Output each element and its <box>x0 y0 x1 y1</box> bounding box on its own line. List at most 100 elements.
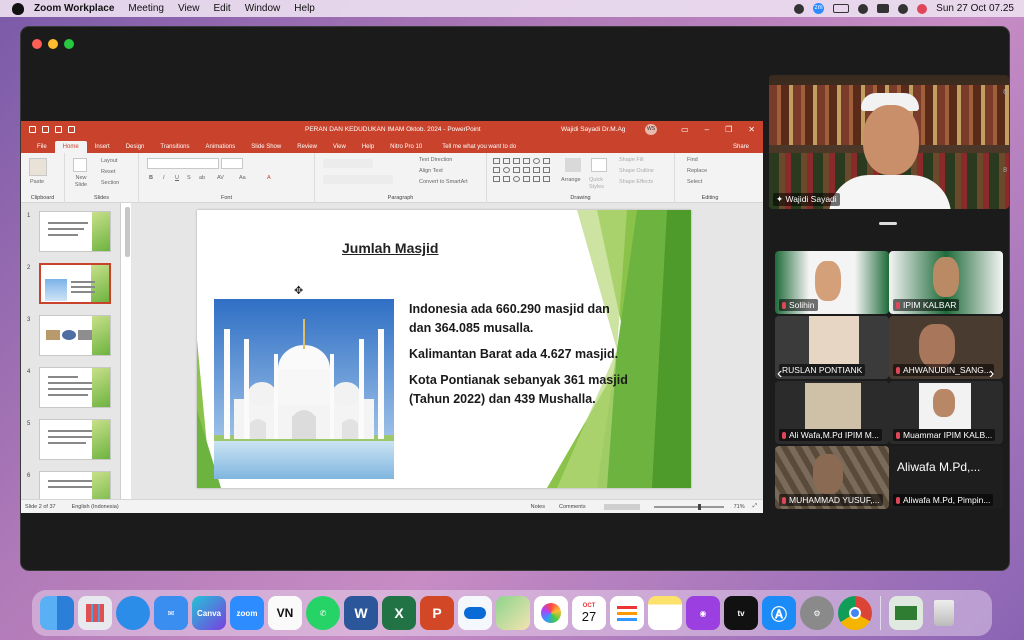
minimize-icon[interactable]: – <box>705 125 709 134</box>
tv-dock-icon[interactable]: tv <box>724 596 758 630</box>
mail-dock-icon[interactable]: ✉ <box>154 596 188 630</box>
align-text-button[interactable]: Align Text <box>419 168 443 174</box>
tab-help[interactable]: Help <box>354 141 382 153</box>
list-buttons[interactable] <box>323 159 373 168</box>
finder-dock-icon[interactable] <box>40 596 74 630</box>
minimize-window-button[interactable] <box>48 39 58 49</box>
screen-record-icon[interactable] <box>917 3 928 14</box>
slide-thumbnail-3[interactable] <box>39 315 111 356</box>
safari-dock-icon[interactable] <box>116 596 150 630</box>
participant-tile-ahwanudin[interactable]: AHWANUDIN_SANG... <box>889 316 1003 379</box>
arrange-icon[interactable] <box>565 158 581 172</box>
tab-view[interactable]: View <box>325 141 354 153</box>
control-center-icon[interactable] <box>877 4 890 13</box>
user-avatar[interactable]: WS <box>645 124 657 135</box>
new-slide-button[interactable]: New Slide <box>71 175 91 189</box>
quick-styles-icon[interactable] <box>591 158 607 172</box>
whatsapp-dock-icon[interactable]: ✆ <box>306 596 340 630</box>
menu-window[interactable]: Window <box>245 3 281 14</box>
paste-button[interactable]: Paste <box>30 179 44 185</box>
bold-button[interactable]: B <box>149 175 153 181</box>
share-button[interactable]: Share <box>729 141 753 153</box>
strikethrough-button[interactable]: ab <box>199 175 205 181</box>
tab-design[interactable]: Design <box>118 141 153 153</box>
zoom-level[interactable]: 71% <box>734 504 745 510</box>
vn-dock-icon[interactable]: VN <box>268 596 302 630</box>
menu-view[interactable]: View <box>178 3 200 14</box>
tab-review[interactable]: Review <box>289 141 325 153</box>
spacing-button[interactable]: AV <box>217 175 224 181</box>
shape-effects-button[interactable]: Shape Effects <box>619 179 653 185</box>
active-speaker-video[interactable]: ✦ Wajidi Sayadi <box>769 75 1009 209</box>
new-slide-icon[interactable] <box>73 158 87 172</box>
system-settings-dock-icon[interactable]: ⚙ <box>800 596 834 630</box>
participant-tile-solihin[interactable]: Solihin <box>775 251 889 314</box>
apple-icon[interactable] <box>12 2 24 15</box>
undo-icon[interactable] <box>42 126 49 133</box>
tell-me-search[interactable]: Tell me what you want to do <box>438 141 520 153</box>
user-name[interactable]: Wajidi Sayadi Dr.M.Ag <box>561 126 625 133</box>
present-icon[interactable] <box>68 126 75 133</box>
maps-dock-icon[interactable] <box>496 596 530 630</box>
language-status[interactable]: English (Indonesia) <box>72 504 119 510</box>
convert-smartart-button[interactable]: Convert to SmartArt <box>419 179 468 185</box>
battery-icon[interactable] <box>833 4 850 13</box>
app-store-dock-icon[interactable]: Ⓐ <box>762 596 796 630</box>
select-button[interactable]: Select <box>687 179 702 185</box>
excel-dock-icon[interactable]: X <box>382 596 416 630</box>
tab-file[interactable]: File <box>29 141 55 153</box>
redo-icon[interactable] <box>55 126 62 133</box>
save-icon[interactable] <box>29 126 36 133</box>
italic-button[interactable]: I <box>163 175 165 181</box>
menu-meeting[interactable]: Meeting <box>128 3 164 14</box>
close-window-button[interactable] <box>32 39 42 49</box>
underline-button[interactable]: U <box>175 175 179 181</box>
calendar-dock-icon[interactable]: OCT 27 <box>572 596 606 630</box>
canva-dock-icon[interactable]: Canva <box>192 596 226 630</box>
tab-slide-show[interactable]: Slide Show <box>243 141 289 153</box>
siri-icon[interactable] <box>898 3 909 14</box>
shape-outline-button[interactable]: Shape Outline <box>619 168 654 174</box>
close-icon[interactable]: ✕ <box>748 125 755 134</box>
onedrive-dock-icon[interactable] <box>458 596 492 630</box>
downloads-dock-icon[interactable] <box>889 596 923 630</box>
wifi-icon[interactable] <box>858 3 869 14</box>
photos-dock-icon[interactable] <box>534 596 568 630</box>
slide-thumbnail-5[interactable] <box>39 419 111 460</box>
layout-button[interactable]: Layout <box>101 158 118 164</box>
menu-help[interactable]: Help <box>294 3 315 14</box>
replace-button[interactable]: Replace <box>687 168 707 174</box>
tab-transitions[interactable]: Transitions <box>152 141 197 153</box>
zoom-dock-icon[interactable]: zoom <box>230 596 264 630</box>
trash-dock-icon[interactable] <box>927 596 961 630</box>
powerpoint-dock-icon[interactable]: P <box>420 596 454 630</box>
shape-fill-button[interactable]: Shape Fill <box>619 157 643 163</box>
view-buttons[interactable] <box>603 503 640 510</box>
ribbon-options-icon[interactable]: ▭ <box>681 125 689 134</box>
participant-tile-muhammad-yusuf[interactable]: MUHAMMAD YUSUF,... <box>775 446 889 509</box>
participant-tile-ruslan[interactable]: RUSLAN PONTIANK <box>775 316 889 379</box>
participant-tile-ali-wafa[interactable]: Ali Wafa,M.Pd IPIM M... <box>775 381 889 444</box>
slide-thumbnail-4[interactable] <box>39 367 111 408</box>
font-size-box[interactable] <box>221 158 243 169</box>
align-buttons[interactable] <box>323 175 393 184</box>
change-case-button[interactable]: Aa <box>239 175 246 181</box>
font-color-button[interactable]: A <box>267 175 271 181</box>
text-direction-button[interactable]: Text Direction <box>419 157 452 163</box>
reset-button[interactable]: Reset <box>101 169 115 175</box>
zoom-window-button[interactable] <box>64 39 74 49</box>
slide-thumbnail-6[interactable] <box>39 471 111 499</box>
zoom-status-icon[interactable]: zm <box>813 3 825 14</box>
podcasts-dock-icon[interactable]: ◉ <box>686 596 720 630</box>
tab-insert[interactable]: Insert <box>87 141 118 153</box>
arrange-button[interactable]: Arrange <box>561 177 581 183</box>
section-button[interactable]: Section <box>101 180 119 186</box>
fit-slide-icon[interactable]: ⤢ <box>753 503 757 510</box>
current-slide[interactable]: Jumlah Masjid ✥ Indonesia ada 660.290 ma… <box>197 210 691 488</box>
font-name-box[interactable] <box>147 158 219 169</box>
zoom-slider[interactable] <box>653 503 724 510</box>
restore-icon[interactable]: ❐ <box>725 125 732 134</box>
shadow-button[interactable]: S <box>187 175 191 181</box>
menu-app-name[interactable]: Zoom Workplace <box>34 3 114 14</box>
panel-drag-handle[interactable] <box>879 222 897 225</box>
